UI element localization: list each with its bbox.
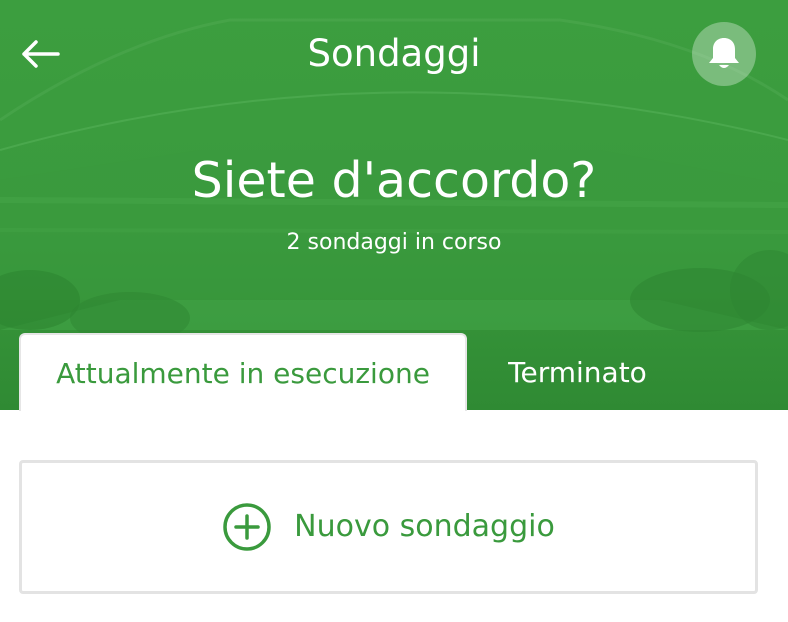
poll-count-subtitle: 2 sondaggi in corso	[286, 230, 502, 255]
bell-icon	[709, 38, 739, 68]
polls-screen: Sondaggi Siete d'accordo? 2 sondaggi in …	[0, 0, 788, 622]
arrow-left-icon	[22, 40, 60, 68]
new-poll-label: Nuovo sondaggio	[294, 509, 555, 544]
plus-circle-icon	[222, 502, 272, 552]
notifications-button[interactable]	[692, 22, 756, 86]
page-title: Sondaggi	[307, 32, 481, 75]
tab-finished[interactable]: Terminato	[480, 333, 675, 410]
poll-headline: Siete d'accordo?	[191, 152, 597, 209]
new-poll-button[interactable]: Nuovo sondaggio	[19, 460, 758, 594]
tab-running[interactable]: Attualmente in esecuzione	[19, 333, 467, 411]
back-button[interactable]	[16, 32, 64, 76]
